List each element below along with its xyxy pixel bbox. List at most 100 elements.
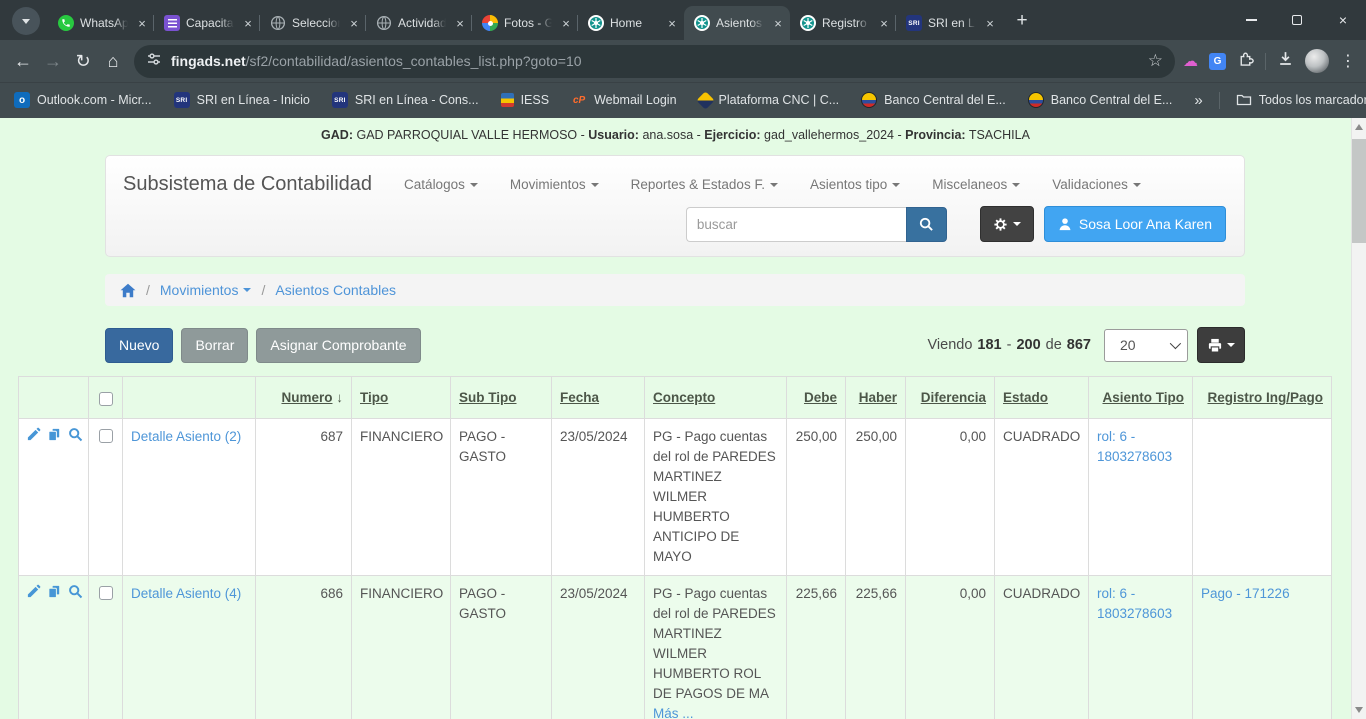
- tab-close-icon[interactable]: ×: [982, 15, 998, 31]
- mas-link[interactable]: Más ...: [653, 706, 694, 719]
- sort-concepto[interactable]: Concepto: [653, 390, 715, 405]
- edit-icon[interactable]: [26, 427, 41, 442]
- sort-registro[interactable]: Registro Ing/Pago: [1207, 390, 1323, 405]
- row-checkbox[interactable]: [99, 586, 113, 600]
- sort-estado[interactable]: Estado: [1003, 390, 1048, 405]
- page-scrollbar[interactable]: [1351, 118, 1366, 719]
- sort-numero[interactable]: Numero: [281, 390, 332, 405]
- address-bar[interactable]: fingads.net/sf2/contabilidad/asientos_co…: [134, 45, 1175, 78]
- detalle-asiento-link[interactable]: Detalle Asiento (2): [131, 429, 241, 444]
- extensions-puzzle-icon[interactable]: [1237, 50, 1254, 72]
- copy-icon[interactable]: [47, 427, 62, 442]
- scroll-up-icon[interactable]: [1355, 124, 1363, 130]
- menu-validaciones[interactable]: Validaciones: [1052, 177, 1141, 192]
- bookmark-cnc[interactable]: Plataforma CNC | C...: [699, 93, 840, 107]
- search-row-icon[interactable]: [68, 584, 83, 599]
- tab-asientos-contables-active[interactable]: Asientos C ×: [684, 6, 790, 40]
- asiento-tipo-link[interactable]: rol: 6 - 1803278603: [1097, 586, 1172, 621]
- globe-icon: [270, 15, 286, 31]
- edit-icon[interactable]: [26, 584, 41, 599]
- bookmark-sri-consultas[interactable]: SRISRI en Línea - Cons...: [332, 92, 479, 108]
- user-menu-button[interactable]: Sosa Loor Ana Karen: [1044, 206, 1226, 242]
- new-tab-button[interactable]: +: [1008, 7, 1036, 35]
- tab-search-button[interactable]: [12, 7, 40, 35]
- menu-reportes[interactable]: Reportes & Estados F.: [631, 177, 778, 192]
- back-button[interactable]: ←: [8, 46, 38, 76]
- tab-whatsapp[interactable]: WhatsApp ×: [48, 6, 154, 40]
- bookmark-sri-inicio[interactable]: SRISRI en Línea - Inicio: [174, 92, 310, 108]
- bookmark-outlook[interactable]: oOutlook.com - Micr...: [14, 92, 152, 108]
- tab-close-icon[interactable]: ×: [770, 15, 786, 31]
- all-bookmarks-button[interactable]: Todos los marcadores: [1236, 92, 1366, 109]
- page-size-select[interactable]: 20: [1104, 329, 1188, 362]
- detalle-asiento-link[interactable]: Detalle Asiento (4): [131, 586, 241, 601]
- bookmarks-overflow-button[interactable]: »: [1194, 92, 1202, 109]
- forward-button[interactable]: →: [38, 46, 68, 76]
- registro-link[interactable]: Pago - 171226: [1201, 586, 1290, 601]
- bookmark-banco-central-2[interactable]: Banco Central del E...: [1028, 92, 1173, 108]
- tab-close-icon[interactable]: ×: [452, 15, 468, 31]
- borrar-button[interactable]: Borrar: [181, 328, 248, 363]
- sort-fecha[interactable]: Fecha: [560, 390, 599, 405]
- print-button[interactable]: [1197, 327, 1245, 363]
- select-all-checkbox[interactable]: [99, 392, 113, 406]
- bookmark-iess[interactable]: IESS: [501, 93, 550, 107]
- menu-dots-icon[interactable]: ⋮: [1340, 51, 1356, 71]
- bookmark-banco-central-1[interactable]: Banco Central del E...: [861, 92, 1006, 108]
- menu-catalogos[interactable]: Catálogos: [404, 177, 478, 192]
- translate-icon[interactable]: G: [1209, 53, 1226, 70]
- gad-header-bar: GAD: GAD PARROQUIAL VALLE HERMOSO - Usua…: [0, 118, 1351, 150]
- outlook-icon: o: [14, 92, 30, 108]
- sort-subtipo[interactable]: Sub Tipo: [459, 390, 517, 405]
- tab-close-icon[interactable]: ×: [240, 15, 256, 31]
- tab-close-icon[interactable]: ×: [876, 15, 892, 31]
- tab-close-icon[interactable]: ×: [134, 15, 150, 31]
- profile-avatar[interactable]: [1305, 49, 1329, 73]
- home-button[interactable]: ⌂: [98, 46, 128, 76]
- menu-miscelaneos[interactable]: Miscelaneos: [932, 177, 1020, 192]
- scroll-down-icon[interactable]: [1355, 707, 1363, 713]
- tab-capacitacion[interactable]: Capacitac ×: [154, 6, 260, 40]
- sort-asiento-tipo[interactable]: Asiento Tipo: [1102, 390, 1184, 405]
- breadcrumb-asientos-contables-link[interactable]: Asientos Contables: [275, 282, 396, 298]
- bookmarks-divider: [1219, 92, 1220, 109]
- search-button[interactable]: [906, 207, 947, 242]
- scrollbar-thumb[interactable]: [1352, 139, 1366, 243]
- menu-asientos-tipo[interactable]: Asientos tipo: [810, 177, 900, 192]
- site-info-icon[interactable]: [146, 51, 162, 72]
- tab-registro[interactable]: Registro P ×: [790, 6, 896, 40]
- window-controls: ×: [1228, 0, 1366, 40]
- tab-home[interactable]: Home ×: [578, 6, 684, 40]
- menu-movimientos[interactable]: Movimientos: [510, 177, 599, 192]
- copy-icon[interactable]: [47, 584, 62, 599]
- tab-close-icon[interactable]: ×: [346, 15, 362, 31]
- sort-tipo[interactable]: Tipo: [360, 390, 388, 405]
- chevron-down-icon: [1227, 343, 1235, 347]
- breadcrumb-movimientos-link[interactable]: Movimientos: [160, 282, 252, 298]
- nuevo-button[interactable]: Nuevo: [105, 328, 173, 363]
- downloads-icon[interactable]: [1277, 50, 1294, 72]
- tab-actividad[interactable]: Actividad ×: [366, 6, 472, 40]
- bookmark-webmail[interactable]: cPWebmail Login: [571, 92, 676, 108]
- search-input[interactable]: [686, 207, 906, 242]
- sort-debe[interactable]: Debe: [804, 390, 837, 405]
- tab-close-icon[interactable]: ×: [558, 15, 574, 31]
- asiento-tipo-link[interactable]: rol: 6 - 1803278603: [1097, 429, 1172, 464]
- maximize-button[interactable]: [1274, 0, 1320, 40]
- settings-button[interactable]: [980, 206, 1034, 242]
- tab-fotos[interactable]: Fotos - G ×: [472, 6, 578, 40]
- breadcrumb-home-link[interactable]: [120, 283, 136, 298]
- asignar-comprobante-button[interactable]: Asignar Comprobante: [256, 328, 420, 363]
- bookmark-star-icon[interactable]: ☆: [1148, 51, 1163, 71]
- tab-sri[interactable]: SRI SRI en Lín ×: [896, 6, 1002, 40]
- sort-diferencia[interactable]: Diferencia: [921, 390, 986, 405]
- tab-seleccione[interactable]: Seleccione ×: [260, 6, 366, 40]
- row-checkbox[interactable]: [99, 429, 113, 443]
- minimize-button[interactable]: [1228, 0, 1274, 40]
- search-row-icon[interactable]: [68, 427, 83, 442]
- reload-button[interactable]: ↻: [68, 46, 98, 76]
- sort-haber[interactable]: Haber: [859, 390, 897, 405]
- cloud-extension-icon[interactable]: ☁: [1183, 52, 1198, 70]
- tab-close-icon[interactable]: ×: [664, 15, 680, 31]
- close-button[interactable]: ×: [1320, 0, 1366, 40]
